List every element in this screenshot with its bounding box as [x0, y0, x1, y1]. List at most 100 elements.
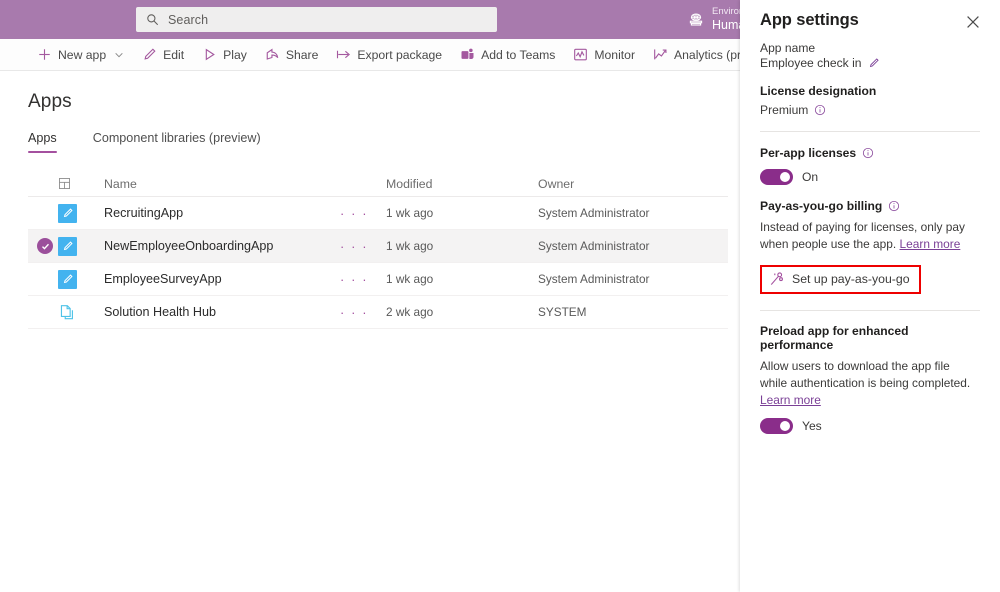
payg-header: Pay-as-you-go billing: [760, 199, 980, 213]
preload-description: Allow users to download the app file whi…: [760, 358, 980, 409]
check-icon: [41, 242, 50, 251]
search-icon: [146, 13, 159, 26]
monitor-button[interactable]: Monitor: [564, 39, 644, 71]
row-name[interactable]: RecruitingApp: [104, 206, 340, 220]
search-placeholder: Search: [168, 13, 208, 27]
table-header-row: Name Modified Owner: [28, 171, 728, 197]
play-icon: [202, 47, 217, 62]
payg-description: Instead of paying for licenses, only pay…: [760, 219, 980, 253]
row-more-actions[interactable]: · · ·: [340, 207, 386, 220]
teams-icon: [460, 47, 475, 62]
apps-table: Name Modified Owner RecruitingApp ·: [28, 171, 728, 329]
plus-icon: [37, 47, 52, 62]
tab-apps[interactable]: Apps: [28, 131, 57, 153]
add-to-teams-button[interactable]: Add to Teams: [451, 39, 564, 71]
row-name[interactable]: NewEmployeeOnboardingApp: [104, 239, 340, 253]
page-title: Apps: [28, 91, 72, 113]
new-app-label: New app: [58, 48, 106, 62]
row-owner: System Administrator: [538, 206, 728, 220]
new-app-button[interactable]: New app: [28, 39, 133, 71]
edit-button[interactable]: Edit: [133, 39, 193, 71]
info-icon[interactable]: [888, 200, 900, 212]
export-icon: [336, 47, 351, 62]
row-owner: System Administrator: [538, 272, 728, 286]
more-icon: · · ·: [340, 207, 368, 220]
preload-label: Preload app for enhanced performance: [760, 324, 980, 352]
per-app-licenses-toggle[interactable]: [760, 169, 793, 185]
preload-description-text: Allow users to download the app file whi…: [760, 359, 970, 390]
row-more-actions[interactable]: · · ·: [340, 306, 386, 319]
row-icon-cell: [58, 204, 104, 223]
search-input[interactable]: Search: [136, 7, 497, 32]
export-package-button[interactable]: Export package: [327, 39, 451, 71]
pencil-icon: [62, 273, 74, 285]
pencil-icon: [62, 240, 74, 252]
header-icon-column: [58, 177, 104, 190]
row-name[interactable]: EmployeeSurveyApp: [104, 272, 340, 286]
preload-toggle-row[interactable]: Yes: [760, 418, 980, 434]
canvas-app-icon: [58, 204, 77, 223]
row-name[interactable]: Solution Health Hub: [104, 305, 340, 319]
header-owner[interactable]: Owner: [538, 177, 728, 191]
info-icon[interactable]: [862, 147, 874, 159]
play-button[interactable]: Play: [193, 39, 256, 71]
row-modified: 1 wk ago: [386, 239, 538, 253]
row-more-actions[interactable]: · · ·: [340, 240, 386, 253]
pencil-icon[interactable]: [868, 57, 880, 69]
tab-component-libraries[interactable]: Component libraries (preview): [93, 131, 261, 153]
model-app-icon: [58, 303, 77, 322]
per-app-licenses-toggle-state: On: [802, 170, 818, 184]
edit-label: Edit: [163, 48, 184, 62]
grid-view-icon: [58, 177, 71, 190]
payg-learn-more-link[interactable]: Learn more: [900, 237, 961, 251]
share-label: Share: [286, 48, 319, 62]
row-modified: 2 wk ago: [386, 305, 538, 319]
preload-learn-more-link[interactable]: Learn more: [760, 393, 821, 407]
table-row[interactable]: EmployeeSurveyApp · · · 1 wk ago System …: [28, 263, 728, 296]
per-app-licenses-header: Per-app licenses: [760, 146, 980, 160]
table-row[interactable]: Solution Health Hub · · · 2 wk ago SYSTE…: [28, 296, 728, 329]
per-app-licenses-toggle-row[interactable]: On: [760, 169, 980, 185]
set-up-pay-as-you-go-button[interactable]: Set up pay-as-you-go: [760, 265, 921, 294]
preload-toggle[interactable]: [760, 418, 793, 434]
divider: [760, 131, 980, 132]
info-icon[interactable]: [814, 104, 826, 116]
tab-list: Apps Component libraries (preview): [28, 131, 297, 153]
set-up-pay-as-you-go-label: Set up pay-as-you-go: [792, 272, 910, 286]
table-row[interactable]: RecruitingApp · · · 1 wk ago System Admi…: [28, 197, 728, 230]
close-icon[interactable]: [966, 15, 980, 29]
row-selected-checkmark-icon: [37, 238, 53, 254]
more-icon: · · ·: [340, 273, 368, 286]
license-value: Premium: [760, 103, 808, 117]
share-icon: [265, 47, 280, 62]
more-icon: · · ·: [340, 306, 368, 319]
row-modified: 1 wk ago: [386, 206, 538, 220]
chevron-down-icon: [114, 50, 124, 60]
canvas-app-icon: [58, 237, 77, 256]
divider: [760, 310, 980, 311]
app-name-value-row: Employee check in: [760, 56, 980, 70]
share-button[interactable]: Share: [256, 39, 328, 71]
row-more-actions[interactable]: · · ·: [340, 273, 386, 286]
license-value-row: Premium: [760, 103, 980, 117]
row-select-cell[interactable]: [28, 238, 58, 254]
row-modified: 1 wk ago: [386, 272, 538, 286]
table-row[interactable]: NewEmployeeOnboardingApp · · · 1 wk ago …: [28, 230, 728, 263]
canvas-app-icon: [58, 270, 77, 289]
preload-toggle-state: Yes: [802, 419, 822, 433]
pencil-icon: [142, 47, 157, 62]
license-designation-label: License designation: [760, 84, 980, 98]
app-settings-panel: App settings App name Employee check in …: [740, 0, 1000, 592]
row-owner: SYSTEM: [538, 305, 728, 319]
add-to-teams-label: Add to Teams: [481, 48, 555, 62]
app-name-label: App name: [760, 41, 980, 55]
power-apps-maker-portal: Search Environ Huma New app: [0, 0, 1000, 592]
more-icon: · · ·: [340, 240, 368, 253]
export-package-label: Export package: [357, 48, 442, 62]
magic-wand-icon: [769, 272, 784, 287]
document-copy-icon: [59, 304, 76, 321]
row-icon-cell: [58, 237, 104, 256]
header-name[interactable]: Name: [104, 177, 340, 191]
app-name-value: Employee check in: [760, 56, 862, 70]
header-modified[interactable]: Modified: [386, 177, 538, 191]
